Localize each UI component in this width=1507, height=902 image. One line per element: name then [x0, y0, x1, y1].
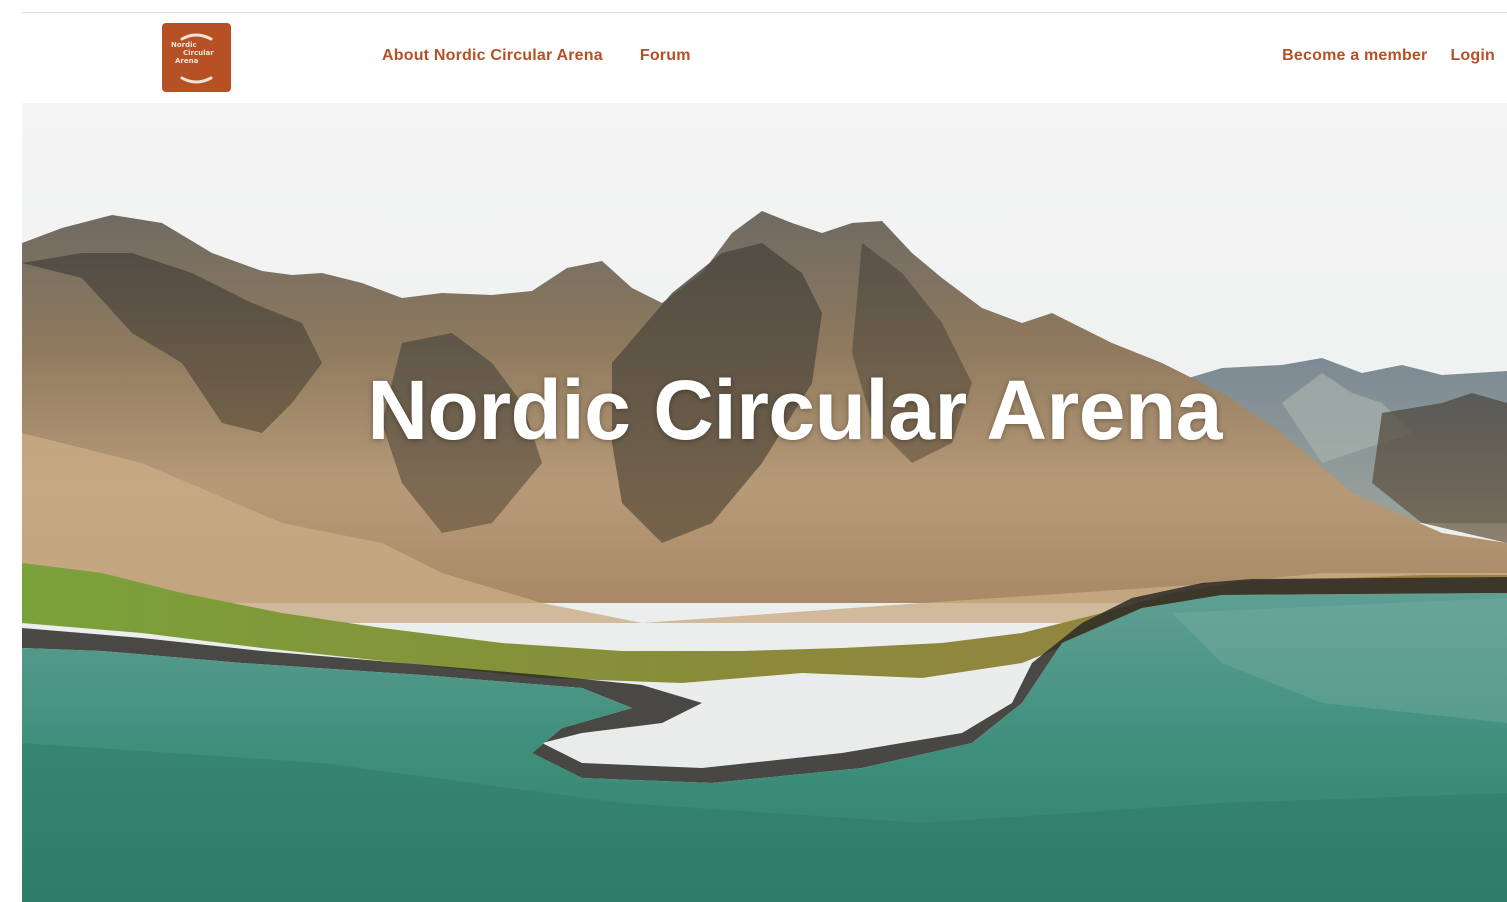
logo-wordmark: Nordic Circular Arena: [171, 41, 225, 65]
hero-title: Nordic Circular Arena: [367, 363, 1222, 458]
site-header: Nordic Circular Arena About Nordic Circu…: [22, 13, 1507, 103]
account-nav: Become a member Login: [1282, 47, 1495, 65]
login-link[interactable]: Login: [1450, 47, 1495, 65]
hero-landscape-image: [22, 103, 1507, 902]
logo-line-2: Circular: [183, 49, 214, 57]
hero-banner: Nordic Circular Arena: [22, 103, 1507, 902]
logo-line-3: Arena: [175, 57, 199, 65]
primary-nav: About Nordic Circular Arena Forum: [382, 47, 691, 65]
nav-link-forum[interactable]: Forum: [640, 47, 691, 65]
logo-line-1: Nordic: [171, 41, 197, 49]
nav-link-about[interactable]: About Nordic Circular Arena: [382, 47, 603, 65]
site-logo[interactable]: Nordic Circular Arena: [162, 23, 231, 92]
page: Nordic Circular Arena About Nordic Circu…: [0, 0, 1507, 902]
become-member-link[interactable]: Become a member: [1282, 47, 1427, 65]
